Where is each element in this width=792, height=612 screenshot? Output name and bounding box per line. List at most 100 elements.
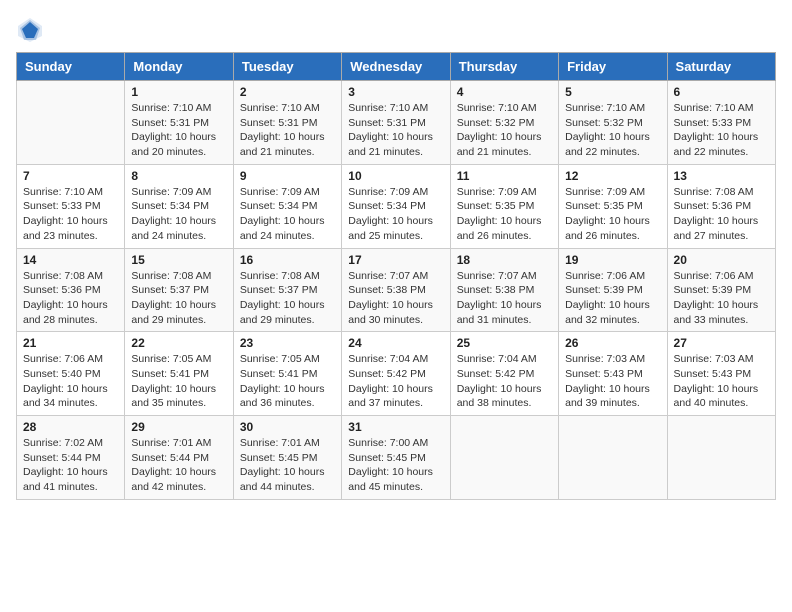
calendar-week-row: 7 Sunrise: 7:10 AMSunset: 5:33 PMDaylight… (17, 164, 776, 248)
day-number: 10 (348, 169, 443, 183)
day-info: Sunrise: 7:10 AMSunset: 5:31 PMDaylight:… (348, 101, 443, 160)
day-number: 26 (565, 336, 660, 350)
day-info: Sunrise: 7:10 AMSunset: 5:33 PMDaylight:… (23, 185, 118, 244)
day-number: 14 (23, 253, 118, 267)
day-info: Sunrise: 7:09 AMSunset: 5:35 PMDaylight:… (565, 185, 660, 244)
day-info: Sunrise: 7:08 AMSunset: 5:37 PMDaylight:… (131, 269, 226, 328)
calendar-cell (450, 416, 558, 500)
day-info: Sunrise: 7:06 AMSunset: 5:39 PMDaylight:… (565, 269, 660, 328)
calendar-cell: 15 Sunrise: 7:08 AMSunset: 5:37 PMDayligh… (125, 248, 233, 332)
calendar-cell: 12 Sunrise: 7:09 AMSunset: 5:35 PMDayligh… (559, 164, 667, 248)
calendar-cell (17, 81, 125, 165)
header-sunday: Sunday (17, 53, 125, 81)
header-thursday: Thursday (450, 53, 558, 81)
day-number: 6 (674, 85, 769, 99)
header-wednesday: Wednesday (342, 53, 450, 81)
day-info: Sunrise: 7:03 AMSunset: 5:43 PMDaylight:… (565, 352, 660, 411)
day-info: Sunrise: 7:10 AMSunset: 5:32 PMDaylight:… (457, 101, 552, 160)
calendar-cell: 22 Sunrise: 7:05 AMSunset: 5:41 PMDayligh… (125, 332, 233, 416)
day-number: 18 (457, 253, 552, 267)
calendar-cell: 20 Sunrise: 7:06 AMSunset: 5:39 PMDayligh… (667, 248, 775, 332)
day-info: Sunrise: 7:06 AMSunset: 5:40 PMDaylight:… (23, 352, 118, 411)
day-number: 15 (131, 253, 226, 267)
day-info: Sunrise: 7:08 AMSunset: 5:37 PMDaylight:… (240, 269, 335, 328)
day-info: Sunrise: 7:04 AMSunset: 5:42 PMDaylight:… (348, 352, 443, 411)
day-info: Sunrise: 7:08 AMSunset: 5:36 PMDaylight:… (674, 185, 769, 244)
calendar-cell: 3 Sunrise: 7:10 AMSunset: 5:31 PMDaylight… (342, 81, 450, 165)
day-info: Sunrise: 7:00 AMSunset: 5:45 PMDaylight:… (348, 436, 443, 495)
calendar-cell: 8 Sunrise: 7:09 AMSunset: 5:34 PMDaylight… (125, 164, 233, 248)
calendar-cell: 27 Sunrise: 7:03 AMSunset: 5:43 PMDayligh… (667, 332, 775, 416)
day-info: Sunrise: 7:10 AMSunset: 5:33 PMDaylight:… (674, 101, 769, 160)
day-info: Sunrise: 7:05 AMSunset: 5:41 PMDaylight:… (240, 352, 335, 411)
calendar-week-row: 14 Sunrise: 7:08 AMSunset: 5:36 PMDayligh… (17, 248, 776, 332)
day-number: 30 (240, 420, 335, 434)
calendar-week-row: 1Sunrise: 7:10 AMSunset: 5:31 PMDaylight… (17, 81, 776, 165)
calendar-table: SundayMondayTuesdayWednesdayThursdayFrid… (16, 52, 776, 500)
calendar-cell: 29 Sunrise: 7:01 AMSunset: 5:44 PMDayligh… (125, 416, 233, 500)
day-number: 5 (565, 85, 660, 99)
day-number: 28 (23, 420, 118, 434)
day-info: Sunrise: 7:09 AMSunset: 5:34 PMDaylight:… (240, 185, 335, 244)
calendar-cell: 13 Sunrise: 7:08 AMSunset: 5:36 PMDayligh… (667, 164, 775, 248)
calendar-cell: 24 Sunrise: 7:04 AMSunset: 5:42 PMDayligh… (342, 332, 450, 416)
calendar-cell: 6 Sunrise: 7:10 AMSunset: 5:33 PMDaylight… (667, 81, 775, 165)
day-number: 9 (240, 169, 335, 183)
day-info: Sunrise: 7:07 AMSunset: 5:38 PMDaylight:… (457, 269, 552, 328)
header-friday: Friday (559, 53, 667, 81)
day-info: Sunrise: 7:09 AMSunset: 5:35 PMDaylight:… (457, 185, 552, 244)
day-number: 29 (131, 420, 226, 434)
calendar-cell: 30 Sunrise: 7:01 AMSunset: 5:45 PMDayligh… (233, 416, 341, 500)
calendar-cell: 18 Sunrise: 7:07 AMSunset: 5:38 PMDayligh… (450, 248, 558, 332)
day-info: Sunrise: 7:01 AMSunset: 5:45 PMDaylight:… (240, 436, 335, 495)
day-number: 12 (565, 169, 660, 183)
calendar-cell: 16 Sunrise: 7:08 AMSunset: 5:37 PMDayligh… (233, 248, 341, 332)
day-number: 7 (23, 169, 118, 183)
header-tuesday: Tuesday (233, 53, 341, 81)
day-number: 23 (240, 336, 335, 350)
day-number: 20 (674, 253, 769, 267)
day-info: Sunrise: 7:10 AMSunset: 5:31 PMDaylight:… (131, 101, 226, 160)
day-number: 8 (131, 169, 226, 183)
header-monday: Monday (125, 53, 233, 81)
calendar-cell: 26 Sunrise: 7:03 AMSunset: 5:43 PMDayligh… (559, 332, 667, 416)
day-number: 2 (240, 85, 335, 99)
day-info: Sunrise: 7:04 AMSunset: 5:42 PMDaylight:… (457, 352, 552, 411)
day-number: 11 (457, 169, 552, 183)
day-info: Sunrise: 7:02 AMSunset: 5:44 PMDaylight:… (23, 436, 118, 495)
day-info: Sunrise: 7:01 AMSunset: 5:44 PMDaylight:… (131, 436, 226, 495)
day-number: 3 (348, 85, 443, 99)
day-number: 24 (348, 336, 443, 350)
calendar-cell: 31Sunrise: 7:00 AMSunset: 5:45 PMDayligh… (342, 416, 450, 500)
calendar-cell: 9 Sunrise: 7:09 AMSunset: 5:34 PMDaylight… (233, 164, 341, 248)
day-info: Sunrise: 7:03 AMSunset: 5:43 PMDaylight:… (674, 352, 769, 411)
calendar-cell: 28 Sunrise: 7:02 AMSunset: 5:44 PMDayligh… (17, 416, 125, 500)
day-info: Sunrise: 7:10 AMSunset: 5:32 PMDaylight:… (565, 101, 660, 160)
calendar-cell: 4Sunrise: 7:10 AMSunset: 5:32 PMDaylight… (450, 81, 558, 165)
day-info: Sunrise: 7:05 AMSunset: 5:41 PMDaylight:… (131, 352, 226, 411)
calendar-cell (559, 416, 667, 500)
calendar-cell: 2 Sunrise: 7:10 AMSunset: 5:31 PMDaylight… (233, 81, 341, 165)
day-number: 16 (240, 253, 335, 267)
calendar-cell: 23 Sunrise: 7:05 AMSunset: 5:41 PMDayligh… (233, 332, 341, 416)
calendar-header-row: SundayMondayTuesdayWednesdayThursdayFrid… (17, 53, 776, 81)
day-info: Sunrise: 7:08 AMSunset: 5:36 PMDaylight:… (23, 269, 118, 328)
day-number: 13 (674, 169, 769, 183)
calendar-week-row: 28 Sunrise: 7:02 AMSunset: 5:44 PMDayligh… (17, 416, 776, 500)
calendar-cell: 5 Sunrise: 7:10 AMSunset: 5:32 PMDaylight… (559, 81, 667, 165)
calendar-cell: 11 Sunrise: 7:09 AMSunset: 5:35 PMDayligh… (450, 164, 558, 248)
day-number: 22 (131, 336, 226, 350)
header-saturday: Saturday (667, 53, 775, 81)
page-header (16, 16, 776, 44)
day-number: 27 (674, 336, 769, 350)
day-info: Sunrise: 7:10 AMSunset: 5:31 PMDaylight:… (240, 101, 335, 160)
calendar-cell: 14 Sunrise: 7:08 AMSunset: 5:36 PMDayligh… (17, 248, 125, 332)
calendar-cell: 21 Sunrise: 7:06 AMSunset: 5:40 PMDayligh… (17, 332, 125, 416)
day-info: Sunrise: 7:09 AMSunset: 5:34 PMDaylight:… (131, 185, 226, 244)
day-info: Sunrise: 7:06 AMSunset: 5:39 PMDaylight:… (674, 269, 769, 328)
logo (16, 16, 48, 44)
calendar-cell: 1Sunrise: 7:10 AMSunset: 5:31 PMDaylight… (125, 81, 233, 165)
day-number: 25 (457, 336, 552, 350)
calendar-cell: 19Sunrise: 7:06 AMSunset: 5:39 PMDayligh… (559, 248, 667, 332)
day-number: 21 (23, 336, 118, 350)
